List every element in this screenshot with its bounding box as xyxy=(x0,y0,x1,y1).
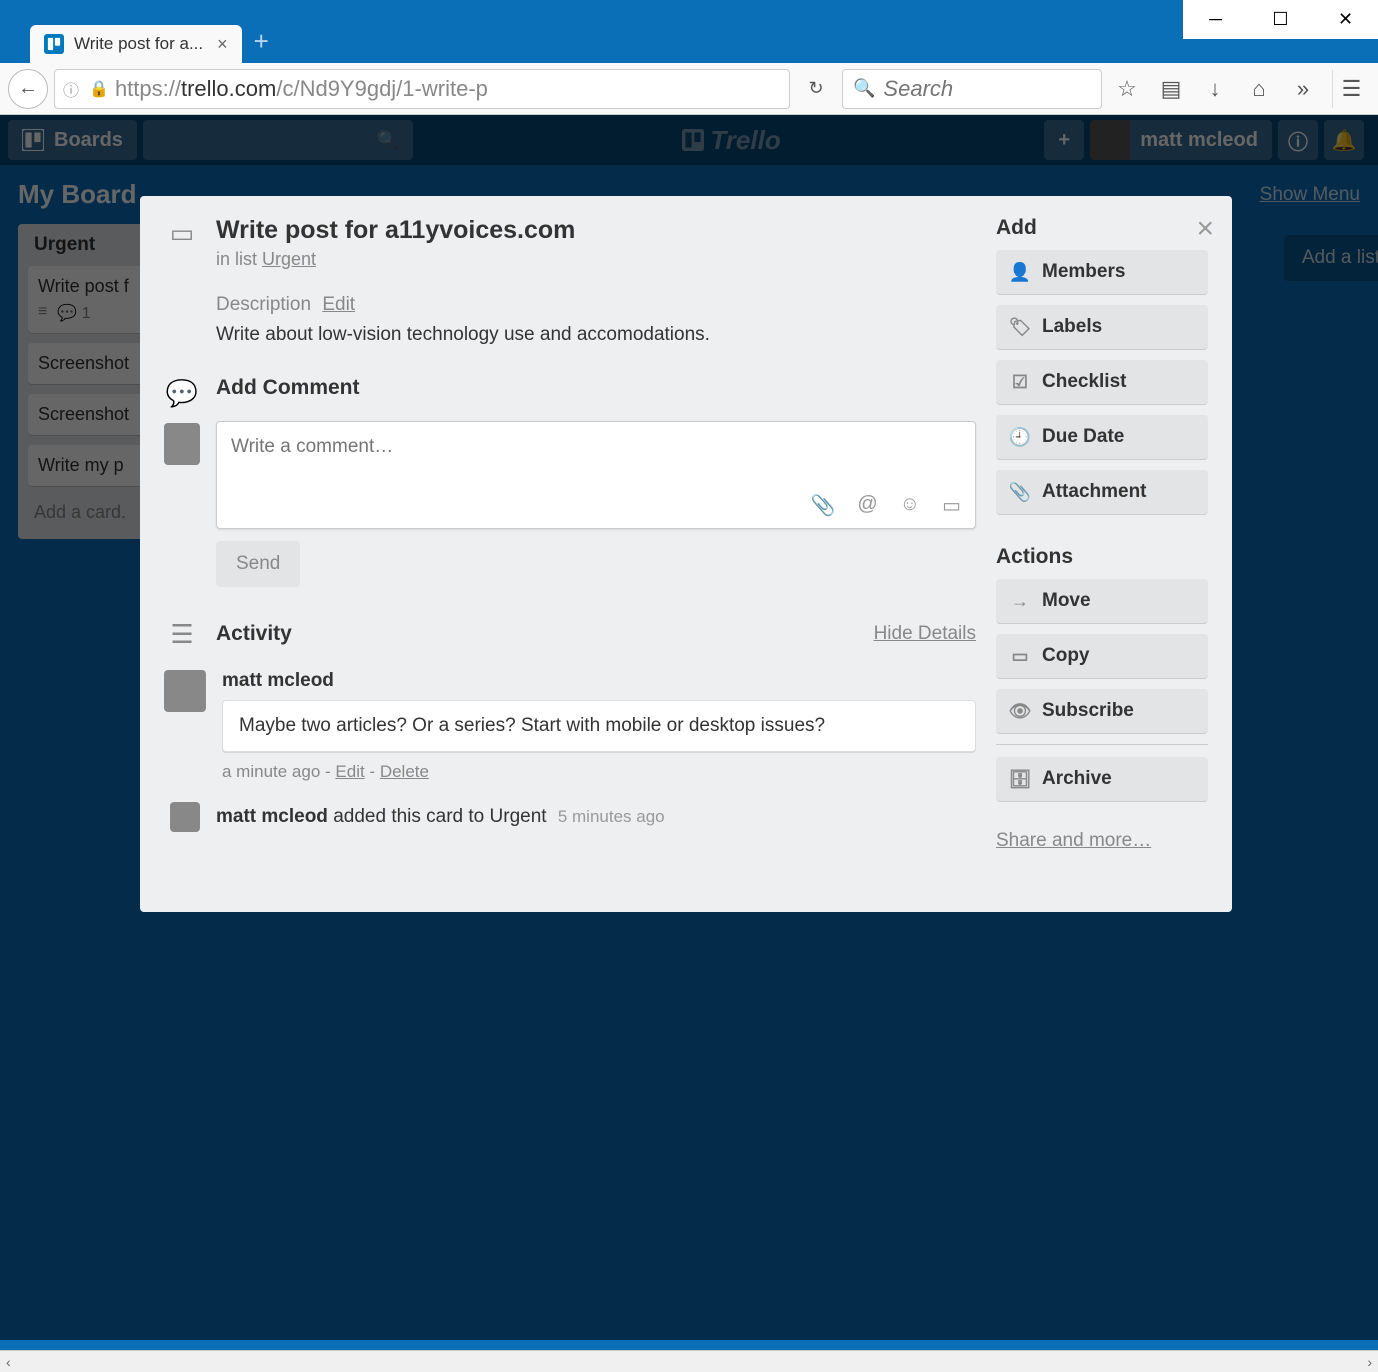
list-link[interactable]: Urgent xyxy=(262,249,316,269)
browser-search-input[interactable] xyxy=(883,76,1091,102)
emoji-icon[interactable]: ☺ xyxy=(900,493,920,518)
tab-close-button[interactable]: × xyxy=(217,34,228,55)
members-button[interactable]: 👤Members xyxy=(996,250,1208,295)
window-close-button[interactable]: ✕ xyxy=(1313,0,1378,39)
mention-icon[interactable]: @ xyxy=(857,493,877,518)
lock-icon: 🔒 xyxy=(89,79,109,99)
move-icon: → xyxy=(1010,591,1030,612)
tab-title: Write post for a... xyxy=(74,34,203,54)
edit-description-link[interactable]: Edit xyxy=(322,294,355,315)
add-heading: Add xyxy=(996,216,1208,240)
copy-button[interactable]: ▭Copy xyxy=(996,634,1208,679)
site-info-icon[interactable]: ⓘ xyxy=(63,77,79,101)
overflow-icon[interactable]: » xyxy=(1284,70,1322,108)
avatar xyxy=(170,802,200,832)
edit-comment-link[interactable]: Edit xyxy=(335,762,364,781)
card-list-info: in list Urgent xyxy=(216,249,976,270)
members-icon: 👤 xyxy=(1010,262,1030,283)
clock-icon: 🕘 xyxy=(1010,427,1030,448)
hide-details-link[interactable]: Hide Details xyxy=(874,623,976,645)
archive-button[interactable]: 🗄Archive xyxy=(996,757,1208,802)
card-title[interactable]: Write post for a11yvoices.com xyxy=(216,216,976,245)
activity-user[interactable]: matt mcleod xyxy=(222,670,976,692)
trello-favicon-icon xyxy=(44,34,64,54)
window-maximize-button[interactable]: ☐ xyxy=(1248,0,1313,39)
browser-tab-strip: Write post for a... × + xyxy=(0,13,1378,63)
activity-heading: Activity xyxy=(216,622,292,646)
labels-button[interactable]: 🏷Labels xyxy=(996,305,1208,350)
activity-icon: ☰ xyxy=(170,619,193,650)
card-embed-icon[interactable]: ▭ xyxy=(942,493,961,518)
checklist-button[interactable]: ☑Checklist xyxy=(996,360,1208,405)
subscribe-icon: 👁 xyxy=(1010,701,1030,722)
comment-box[interactable]: 📎 @ ☺ ▭ xyxy=(216,421,976,529)
labels-icon: 🏷 xyxy=(1010,317,1030,338)
comment-input[interactable] xyxy=(231,436,961,480)
scroll-right-icon[interactable]: › xyxy=(1367,1354,1372,1370)
avatar xyxy=(164,670,206,712)
reload-button[interactable]: ↻ xyxy=(796,69,836,109)
attachment-icon[interactable]: 📎 xyxy=(810,493,835,518)
description-text[interactable]: Write about low-vision technology use an… xyxy=(216,324,976,346)
send-button[interactable]: Send xyxy=(216,541,300,587)
downloads-icon[interactable]: ↓ xyxy=(1196,70,1234,108)
browser-toolbar: ← ⓘ 🔒 https://trello.com/c/Nd9Y9gdj/1-wr… xyxy=(0,63,1378,115)
scroll-left-icon[interactable]: ‹ xyxy=(6,1354,11,1370)
browser-tab[interactable]: Write post for a... × xyxy=(30,25,242,63)
horizontal-scrollbar[interactable]: ‹ › xyxy=(0,1350,1378,1372)
new-tab-button[interactable]: + xyxy=(254,26,269,63)
subscribe-button[interactable]: 👁Subscribe xyxy=(996,689,1208,734)
archive-icon: 🗄 xyxy=(1010,769,1030,790)
avatar xyxy=(164,423,200,465)
attachment-icon: 📎 xyxy=(1010,482,1030,503)
description-label: Description xyxy=(216,294,311,315)
bookmark-star-icon[interactable]: ☆ xyxy=(1108,70,1146,108)
card-modal: × ▭ Write post for a11yvoices.com in lis… xyxy=(140,196,1232,912)
due-date-button[interactable]: 🕘Due Date xyxy=(996,415,1208,460)
activity-meta: a minute ago - Edit - Delete xyxy=(222,762,976,782)
card-icon: ▭ xyxy=(170,218,195,270)
copy-icon: ▭ xyxy=(1010,646,1030,667)
url-bar[interactable]: ⓘ 🔒 https://trello.com/c/Nd9Y9gdj/1-writ… xyxy=(54,69,790,109)
delete-comment-link[interactable]: Delete xyxy=(380,762,429,781)
share-more-link[interactable]: Share and more… xyxy=(996,830,1151,852)
search-icon: 🔍 xyxy=(853,78,875,99)
activity-comment: Maybe two articles? Or a series? Start w… xyxy=(222,700,976,752)
add-comment-heading: Add Comment xyxy=(216,376,976,400)
window-minimize-button[interactable]: ─ xyxy=(1183,0,1248,39)
actions-heading: Actions xyxy=(996,545,1208,569)
attachment-button[interactable]: 📎Attachment xyxy=(996,470,1208,515)
reader-list-icon[interactable]: ▤ xyxy=(1152,70,1190,108)
back-button[interactable]: ← xyxy=(8,69,48,109)
checklist-icon: ☑ xyxy=(1010,372,1030,393)
home-icon[interactable]: ⌂ xyxy=(1240,70,1278,108)
window-controls: ─ ☐ ✕ xyxy=(1183,0,1378,39)
comment-icon: 💬 xyxy=(166,378,198,409)
browser-search-box[interactable]: 🔍 xyxy=(842,69,1102,109)
url-text: https://trello.com/c/Nd9Y9gdj/1-write-p xyxy=(115,76,781,102)
menu-button[interactable]: ☰ xyxy=(1332,70,1370,108)
close-button[interactable]: × xyxy=(1196,212,1214,246)
activity-log-entry: matt mcleod added this card to Urgent 5 … xyxy=(216,806,665,828)
move-button[interactable]: →Move xyxy=(996,579,1208,624)
